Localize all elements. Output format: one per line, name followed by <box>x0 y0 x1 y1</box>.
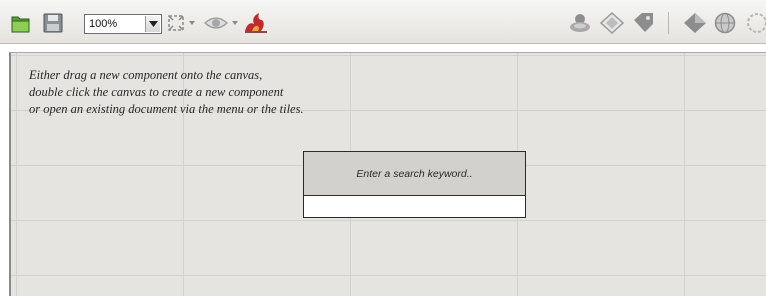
fit-dropdown-icon[interactable] <box>189 20 195 26</box>
rotate-diamond-icon[interactable] <box>600 12 624 34</box>
hint-line: or open an existing document via the men… <box>29 102 304 116</box>
folder-open-icon[interactable] <box>10 12 32 34</box>
shape-diamond-icon[interactable] <box>683 12 707 34</box>
design-canvas[interactable]: Either drag a new component onto the can… <box>9 52 766 296</box>
toolbar: 100% <box>0 0 766 44</box>
globe-icon[interactable] <box>713 12 737 34</box>
layers-icon[interactable] <box>568 12 592 34</box>
fit-to-screen-icon[interactable] <box>166 13 186 33</box>
flame-brush-icon[interactable] <box>243 11 269 35</box>
tag-icon[interactable] <box>631 12 655 34</box>
search-prompt-label: Enter a search keyword.. <box>304 152 525 196</box>
zoom-value: 100% <box>89 18 118 30</box>
search-input[interactable] <box>304 197 525 217</box>
component-search-box: Enter a search keyword.. <box>303 151 526 218</box>
hint-line: Either drag a new component onto the can… <box>29 68 263 82</box>
canvas-hint-text: Either drag a new component onto the can… <box>29 67 304 118</box>
circle-icon[interactable] <box>745 12 766 34</box>
preview-dropdown-icon[interactable] <box>232 20 238 26</box>
zoom-select[interactable]: 100% <box>84 14 162 34</box>
chevron-down-icon[interactable] <box>145 16 160 32</box>
toolbar-separator <box>668 12 669 34</box>
floppy-disk-icon[interactable] <box>42 12 64 34</box>
eye-icon[interactable] <box>204 13 228 33</box>
hint-line: double click the canvas to create a new … <box>29 85 284 99</box>
